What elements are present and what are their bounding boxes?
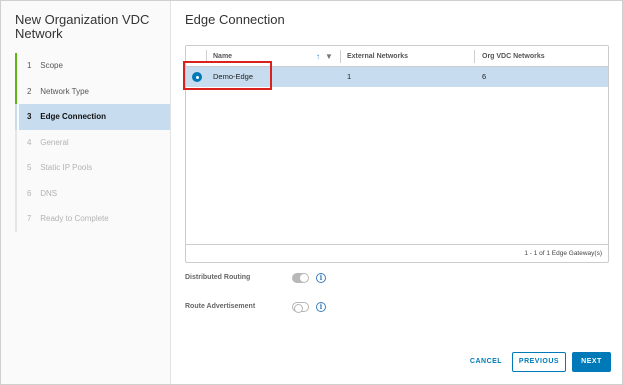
- cancel-button[interactable]: CANCEL: [464, 352, 508, 372]
- column-header-org-vdc-networks[interactable]: Org VDC Networks: [482, 46, 545, 67]
- filter-icon[interactable]: ▼: [325, 52, 333, 61]
- wizard-title: New Organization VDC Network: [15, 12, 150, 41]
- route-advertisement-toggle[interactable]: [292, 302, 309, 313]
- step-number: 2: [27, 86, 32, 96]
- column-divider: [206, 50, 207, 63]
- wizard-step-rail: New Organization VDC Network 1 Scope 2 N…: [1, 1, 171, 384]
- step-number: 3: [27, 112, 32, 121]
- step-static-ip-pools: 5 Static IP Pools: [15, 155, 170, 181]
- distributed-routing-toggle[interactable]: [292, 273, 309, 283]
- next-button[interactable]: NEXT: [572, 352, 611, 372]
- page-title: Edge Connection: [185, 12, 285, 27]
- column-header-external-networks[interactable]: External Networks: [347, 46, 408, 67]
- row-select-radio[interactable]: [192, 72, 202, 82]
- route-advertisement-label: Route Advertisement: [185, 303, 256, 310]
- step-number: 5: [27, 163, 32, 172]
- route-advertisement-info-icon[interactable]: i: [316, 302, 326, 312]
- cell-external-networks: 1: [347, 72, 352, 81]
- distributed-routing-info-icon[interactable]: i: [316, 273, 326, 283]
- step-dns: 6 DNS: [15, 180, 170, 207]
- step-label: Network Type: [40, 86, 89, 96]
- step-number: 6: [27, 188, 32, 198]
- distributed-routing-label: Distributed Routing: [185, 274, 251, 281]
- step-label: General: [40, 137, 69, 147]
- step-edge-connection[interactable]: 3 Edge Connection: [15, 104, 170, 130]
- step-network-type[interactable]: 2 Network Type: [15, 78, 170, 105]
- grid-footer: 1 - 1 of 1 Edge Gateway(s): [186, 244, 608, 262]
- edge-gateway-grid: Name ↑ ▼ External Networks Org VDC Networ…: [185, 45, 609, 263]
- wizard-dialog: New Organization VDC Network 1 Scope 2 N…: [0, 0, 623, 385]
- step-number: 7: [27, 214, 32, 223]
- column-divider: [340, 50, 341, 63]
- step-label: DNS: [40, 188, 58, 198]
- pagination-text: 1 - 1 of 1 Edge Gateway(s): [524, 250, 602, 257]
- step-number: 4: [27, 137, 32, 147]
- grid-header: Name ↑ ▼ External Networks Org VDC Networ…: [186, 46, 608, 67]
- wizard-steps: 1 Scope 2 Network Type 3 Edge Connection…: [15, 53, 170, 232]
- step-ready-to-complete: 7 Ready to Complete: [15, 206, 170, 232]
- step-label: Ready to Complete: [40, 214, 109, 223]
- column-tools: ↑ ▼: [316, 46, 338, 67]
- sort-up-icon[interactable]: ↑: [316, 52, 320, 61]
- step-scope[interactable]: 1 Scope: [15, 53, 170, 79]
- table-row[interactable]: Demo-Edge 1 6: [186, 67, 608, 87]
- step-label: Edge Connection: [40, 112, 107, 121]
- previous-button[interactable]: PREVIOUS: [512, 352, 566, 372]
- step-general: 4 General: [15, 129, 170, 156]
- step-number: 1: [27, 61, 32, 70]
- column-header-name[interactable]: Name: [213, 46, 232, 67]
- step-label: Static IP Pools: [40, 163, 93, 172]
- cell-org-vdc-networks: 6: [482, 72, 487, 81]
- cell-name: Demo-Edge: [213, 72, 254, 81]
- column-divider: [474, 50, 475, 63]
- step-label: Scope: [40, 61, 63, 70]
